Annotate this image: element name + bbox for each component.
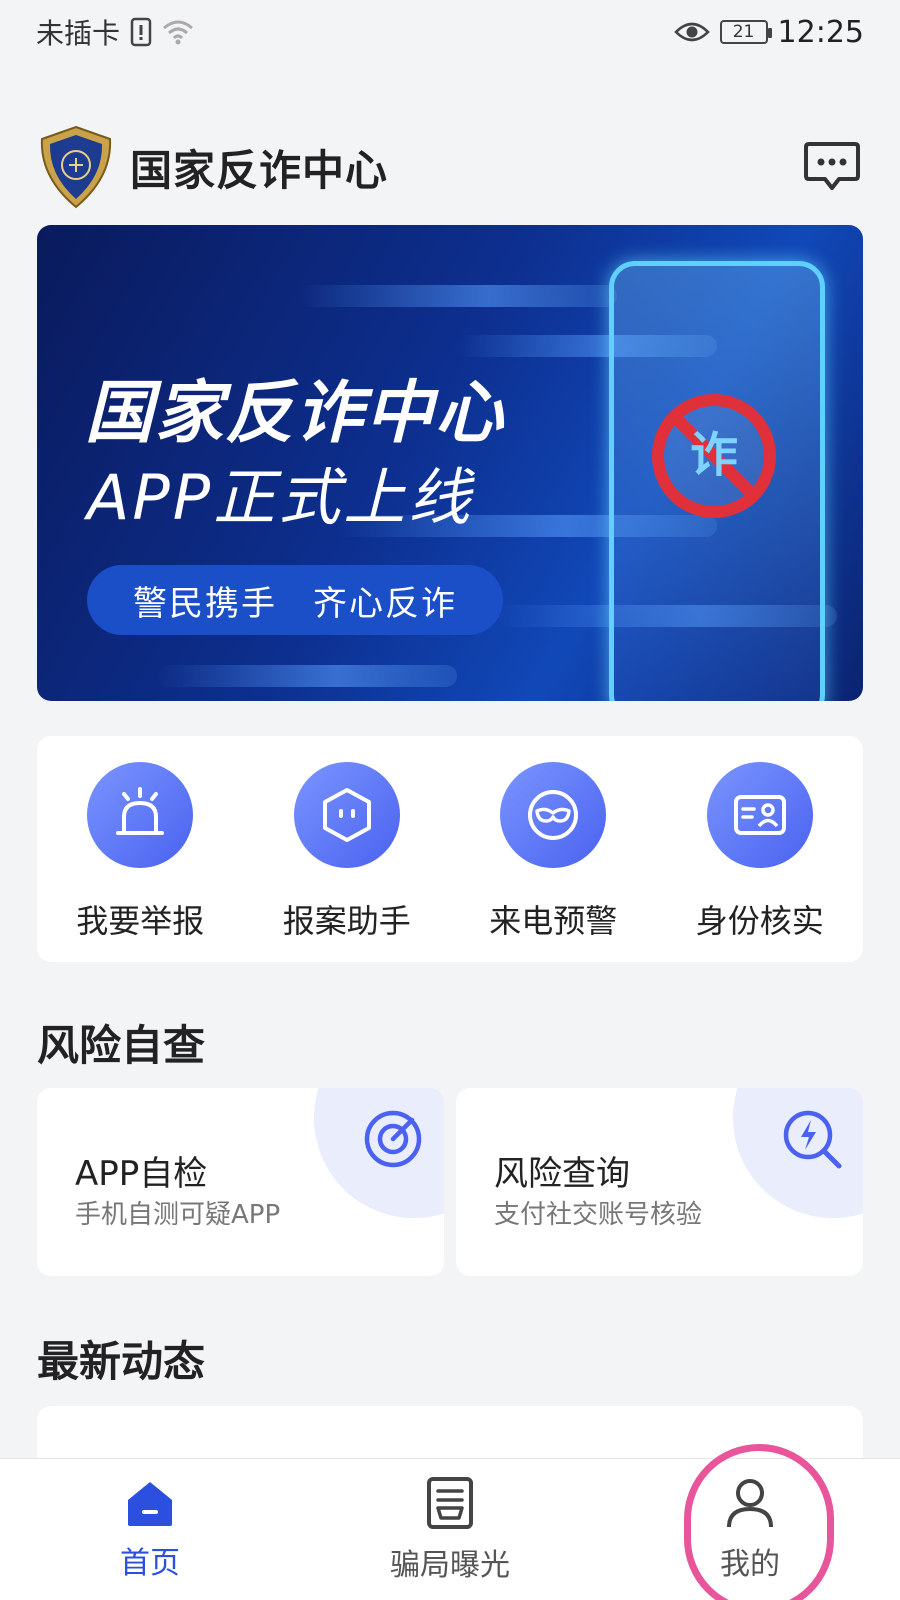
banner-slogan: 警民携手 齐心反诈 xyxy=(87,565,503,635)
nav-label: 首页 xyxy=(120,1545,180,1581)
quick-action-id-verify[interactable]: 身份核实 xyxy=(665,762,855,942)
battery-icon: 21 xyxy=(719,20,772,44)
quick-action-report[interactable]: 我要举报 xyxy=(45,762,235,942)
risk-card-title: APP自检 xyxy=(75,1154,208,1194)
quick-action-assistant[interactable]: 报案助手 xyxy=(252,762,442,942)
clock: 12:25 xyxy=(777,14,864,50)
nav-label: 骗局曝光 xyxy=(390,1547,510,1583)
user-icon xyxy=(727,1478,773,1527)
battery-level: 21 xyxy=(732,22,755,42)
nav-home[interactable]: 首页 xyxy=(50,1478,250,1582)
status-left: 未插卡 xyxy=(36,12,194,52)
quick-action-label: 身份核实 xyxy=(695,902,824,940)
newspaper-icon xyxy=(427,1476,473,1529)
target-icon xyxy=(364,1110,422,1168)
nav-label: 我的 xyxy=(720,1546,780,1582)
no-fraud-icon: 诈 xyxy=(652,394,776,518)
message-button[interactable] xyxy=(800,135,864,199)
quick-action-label: 来电预警 xyxy=(489,902,618,940)
risk-card-desc: 手机自测可疑APP xyxy=(75,1200,281,1230)
quick-actions-card: 我要举报 报案助手 来电预警 身份核实 xyxy=(37,736,863,962)
quick-action-label: 我要举报 xyxy=(76,902,205,940)
quick-action-icon-bg xyxy=(293,762,400,868)
section-title-risk-check: 风险自查 xyxy=(37,1021,206,1070)
quick-action-icon-bg xyxy=(706,762,813,868)
nav-scam-exposure[interactable]: 骗局曝光 xyxy=(350,1476,550,1584)
banner-streak xyxy=(297,285,617,307)
sim-alert-icon xyxy=(130,17,152,47)
status-bar: 未插卡 21 12:25 xyxy=(0,0,900,64)
promo-banner[interactable]: 诈 国家反诈中心 APP正式上线 警民携手 齐心反诈 xyxy=(37,225,863,701)
risk-card-desc: 支付社交账号核验 xyxy=(494,1200,703,1230)
bottom-nav: 首页 骗局曝光 我的 xyxy=(0,1458,900,1600)
app-title: 国家反诈中心 xyxy=(130,145,389,195)
brand: 国家反诈中心 xyxy=(36,125,388,209)
quick-action-icon-bg xyxy=(87,762,194,868)
alarm-light-icon xyxy=(116,787,165,835)
banner-title: 国家反诈中心 xyxy=(85,374,506,453)
app-header: 国家反诈中心 xyxy=(36,122,864,212)
risk-card-title: 风险查询 xyxy=(494,1154,630,1194)
wifi-icon xyxy=(163,20,193,45)
eye-icon xyxy=(673,22,710,42)
mask-icon xyxy=(528,790,579,840)
search-lightning-icon xyxy=(783,1110,842,1169)
home-icon xyxy=(128,1481,172,1526)
section-title-latest-news: 最新动态 xyxy=(37,1337,206,1386)
quick-action-call-warning[interactable]: 来电预警 xyxy=(458,762,648,942)
quick-action-label: 报案助手 xyxy=(282,902,411,940)
police-badge-icon xyxy=(40,125,112,209)
nav-mine[interactable]: 我的 xyxy=(650,1477,850,1583)
quick-action-icon-bg xyxy=(500,762,607,868)
banner-streak xyxy=(157,665,457,687)
message-icon xyxy=(804,142,860,190)
risk-card-app-check[interactable]: APP自检 手机自测可疑APP xyxy=(37,1088,444,1276)
status-right: 21 12:25 xyxy=(673,14,864,50)
no-fraud-text: 诈 xyxy=(690,427,738,483)
id-card-icon xyxy=(733,795,786,835)
carrier-text: 未插卡 xyxy=(36,17,121,50)
risk-card-risk-query[interactable]: 风险查询 支付社交账号核验 xyxy=(456,1088,863,1276)
banner-subtitle: APP正式上线 xyxy=(87,461,474,534)
robot-hexagon-icon xyxy=(322,788,371,842)
